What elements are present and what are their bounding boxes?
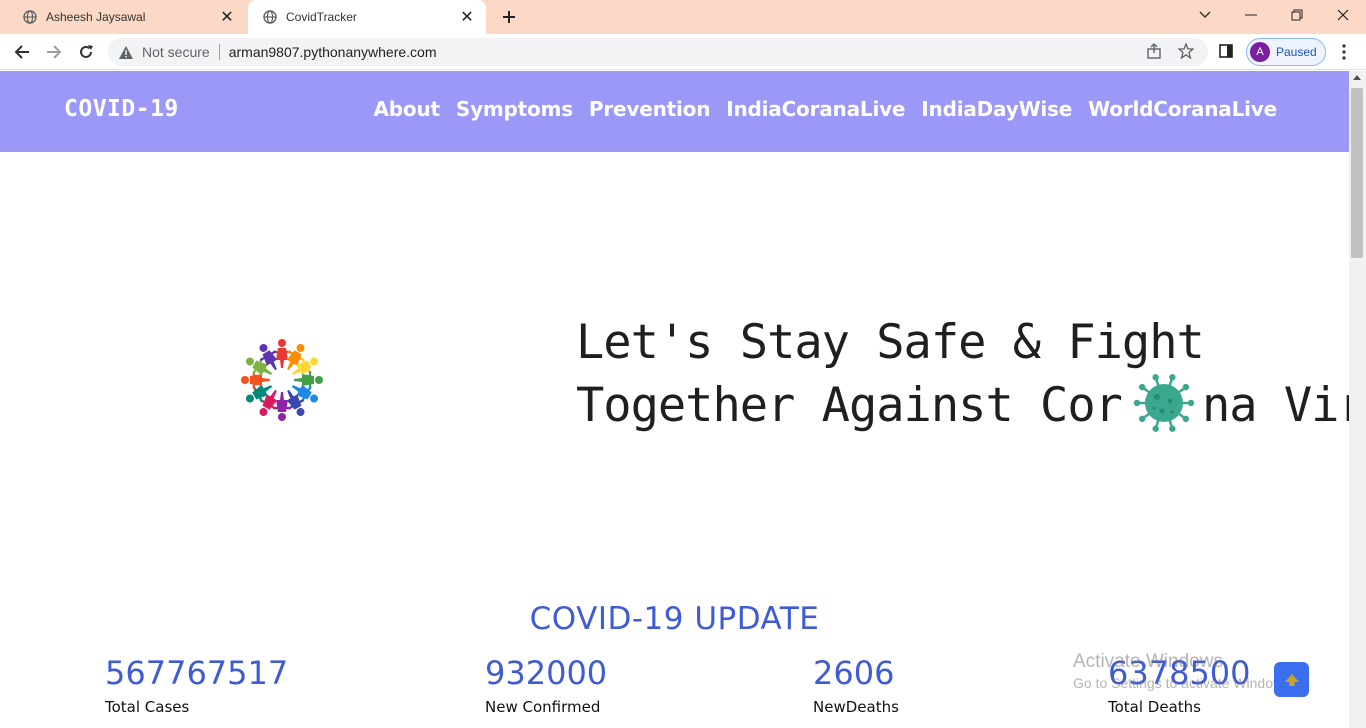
avatar: A xyxy=(1250,42,1270,62)
nav-link-world-live[interactable]: WorldCoranaLive xyxy=(1088,97,1277,121)
site-brand-link[interactable]: COVID-19 xyxy=(64,96,179,122)
nav-links: About Symptoms Prevention IndiaCoranaLiv… xyxy=(374,97,1278,121)
globe-icon xyxy=(262,9,278,25)
nav-link-india-live[interactable]: IndiaCoranaLive xyxy=(726,97,905,121)
back-arrow-icon[interactable] xyxy=(10,40,34,64)
profile-button[interactable]: A Paused xyxy=(1246,38,1326,66)
minimize-button[interactable] xyxy=(1228,0,1274,30)
stat-label: New Confirmed xyxy=(485,698,601,716)
bookmark-star-icon[interactable] xyxy=(1175,40,1197,62)
tab-title: Asheesh Jaysawal xyxy=(46,10,146,24)
update-heading: COVID-19 UPDATE xyxy=(529,601,820,637)
stat-label: NewDeaths xyxy=(813,698,899,716)
browser-menu-icon[interactable] xyxy=(1334,40,1354,64)
hero-line-2-start: Together Against Cor xyxy=(576,378,1123,433)
tab-covidtracker[interactable]: CovidTracker ✕ xyxy=(248,0,486,34)
address-bar[interactable]: Not secure arman9807.pythonanywhere.com xyxy=(108,38,1208,66)
page-scrollbar[interactable] xyxy=(1349,71,1366,728)
stat-total-cases: 567767517 Total Cases xyxy=(105,654,288,716)
watermark-line-1: Activate Windows xyxy=(1073,651,1223,672)
restore-button[interactable] xyxy=(1274,0,1320,30)
tab-title: CovidTracker xyxy=(286,10,357,24)
stat-label: Total Deaths xyxy=(1108,698,1201,716)
new-tab-button[interactable] xyxy=(498,6,520,28)
close-tab-icon[interactable]: ✕ xyxy=(458,8,476,26)
share-icon[interactable] xyxy=(1143,40,1165,62)
forward-arrow-icon[interactable] xyxy=(42,40,66,64)
hero-line-2-end: na Virus xyxy=(1201,378,1349,433)
close-window-button[interactable] xyxy=(1320,0,1366,30)
scroll-up-arrow-icon[interactable] xyxy=(1353,75,1361,80)
tab-search-chevron-icon[interactable] xyxy=(1182,0,1228,30)
stat-value: 2606 xyxy=(813,654,895,692)
virus-icon xyxy=(1133,374,1195,432)
site-navbar: COVID-19 About Symptoms Prevention India… xyxy=(0,71,1349,152)
hero-title: Let's Stay Safe & Fight Together Against… xyxy=(576,314,1349,435)
url-text[interactable]: arman9807.pythonanywhere.com xyxy=(229,44,437,60)
nav-link-prevention[interactable]: Prevention xyxy=(589,97,711,121)
back-to-top-button[interactable] xyxy=(1274,662,1309,697)
stat-value: 932000 xyxy=(485,654,608,692)
close-tab-icon[interactable]: ✕ xyxy=(218,8,236,26)
watermark-line-2: Go to Settings to activate Windows. xyxy=(1073,675,1294,691)
activate-windows-watermark: Activate Windows Go to Settings to activ… xyxy=(1073,651,1294,691)
tab-asheesh[interactable]: Asheesh Jaysawal ✕ xyxy=(8,0,246,34)
hero-line-1: Let's Stay Safe & Fight xyxy=(576,315,1205,370)
nav-link-about[interactable]: About xyxy=(374,97,441,121)
address-divider xyxy=(218,44,220,60)
stat-label: Total Cases xyxy=(105,698,190,716)
reload-icon[interactable] xyxy=(74,40,98,64)
arrow-up-icon xyxy=(1284,673,1299,686)
warning-icon[interactable] xyxy=(118,44,134,60)
tab-strip: Asheesh Jaysawal ✕ CovidTracker ✕ xyxy=(0,0,1366,34)
stat-value: 567767517 xyxy=(105,654,289,692)
security-label[interactable]: Not secure xyxy=(142,44,210,60)
page-viewport: COVID-19 About Symptoms Prevention India… xyxy=(0,71,1349,728)
nav-link-india-daywise[interactable]: IndiaDayWise xyxy=(921,97,1072,121)
globe-icon xyxy=(22,9,38,25)
side-panel-icon[interactable] xyxy=(1215,40,1237,62)
browser-toolbar: Not secure arman9807.pythonanywhere.com … xyxy=(0,34,1366,70)
scroll-thumb[interactable] xyxy=(1351,88,1363,258)
nav-link-symptoms[interactable]: Symptoms xyxy=(456,97,573,121)
hero-line-2: Together Against Cor na Virus xyxy=(576,371,1349,435)
people-circle-icon xyxy=(241,339,323,421)
profile-status: Paused xyxy=(1276,45,1317,59)
stat-new-confirmed: 932000 New Confirmed xyxy=(485,654,607,716)
stat-new-deaths: 2606 NewDeaths xyxy=(813,654,899,716)
